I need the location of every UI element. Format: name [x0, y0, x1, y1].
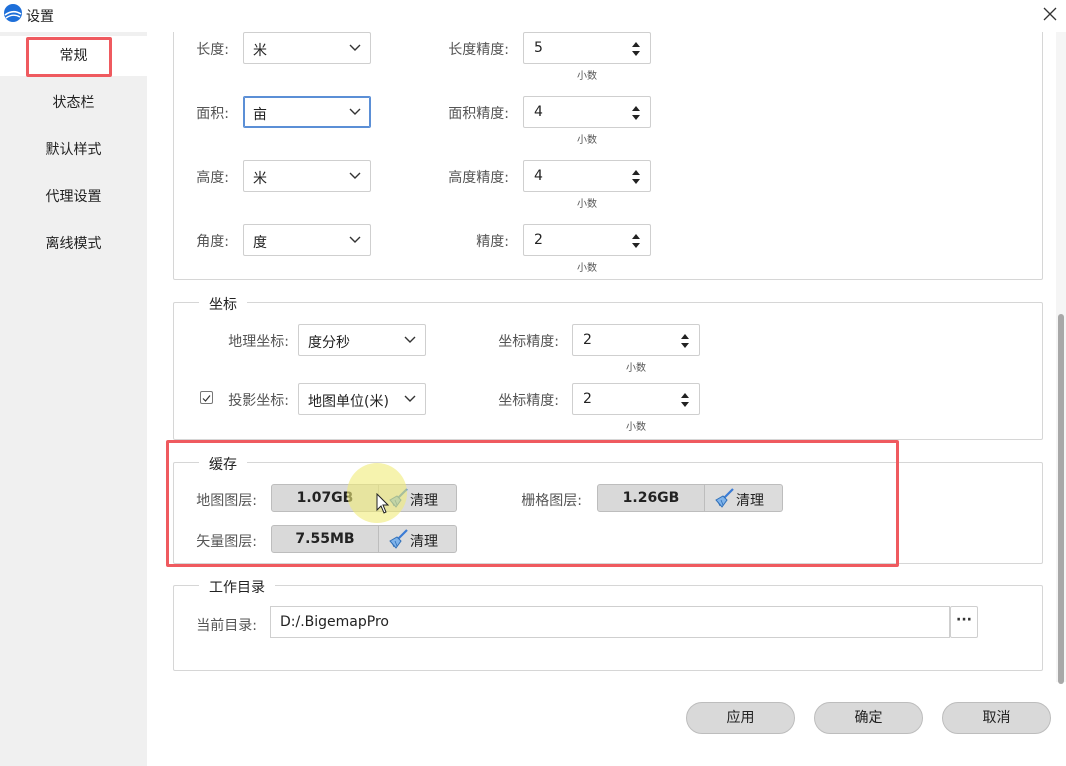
browse-dir-button[interactable]: ··· [950, 606, 978, 638]
settings-content: 长度: 米 长度精度: 5 小数 面积: 亩 面积精度: 4 小数 高度: 米 … [147, 32, 1056, 682]
angle-precision-spinner[interactable]: 2 [523, 224, 651, 256]
spinner-arrows-icon[interactable] [631, 41, 641, 57]
angle-precision-note: 小数 [577, 263, 597, 274]
workdir-group-title: 工作目录 [199, 577, 275, 597]
geo-coord-select[interactable]: 度分秒 [298, 324, 426, 356]
proj-precision-note: 小数 [626, 422, 646, 433]
length-unit-select[interactable]: 米 [243, 32, 371, 64]
chevron-down-icon [349, 236, 361, 243]
sidebar-item-proxy[interactable]: 代理设置 [0, 177, 147, 217]
sidebar-item-offline[interactable]: 离线模式 [0, 224, 147, 264]
height-precision-label: 高度精度: [448, 170, 509, 186]
area-unit-select[interactable]: 亩 [243, 96, 371, 128]
cancel-button[interactable]: 取消 [942, 702, 1051, 734]
raster-layer-clean-button[interactable]: 清理 [705, 484, 783, 512]
vector-layer-size: 7.55MB [271, 525, 379, 553]
ok-button[interactable]: 确定 [814, 702, 923, 734]
spinner-arrows-icon[interactable] [680, 333, 690, 349]
angle-precision-label: 精度: [476, 234, 509, 250]
cache-group-title: 缓存 [199, 454, 247, 474]
broom-icon [389, 529, 408, 549]
geo-precision-note: 小数 [626, 363, 646, 374]
length-label: 长度: [196, 42, 229, 58]
coords-group-title: 坐标 [199, 294, 247, 314]
geo-coord-label: 地理坐标: [228, 334, 289, 350]
title-bar: 设置 [0, 0, 1066, 32]
sidebar-item-statusbar[interactable]: 状态栏 [0, 83, 147, 123]
raster-layer-label: 栅格图层: [521, 493, 582, 509]
proj-precision-spinner[interactable]: 2 [572, 383, 700, 415]
chevron-down-icon [349, 44, 361, 51]
spinner-arrows-icon[interactable] [631, 105, 641, 121]
chevron-down-icon [404, 395, 416, 402]
height-precision-spinner[interactable]: 4 [523, 160, 651, 192]
geo-precision-label: 坐标精度: [498, 334, 559, 350]
sidebar: 常规 状态栏 默认样式 代理设置 离线模式 [0, 32, 147, 766]
angle-label: 角度: [196, 234, 229, 250]
current-dir-input[interactable]: D:/.BigemapPro [270, 606, 950, 638]
proj-precision-label: 坐标精度: [498, 393, 559, 409]
height-precision-note: 小数 [577, 199, 597, 210]
geo-precision-spinner[interactable]: 2 [572, 324, 700, 356]
area-label: 面积: [196, 106, 229, 122]
map-layer-clean-button[interactable]: 清理 [379, 484, 457, 512]
window-title: 设置 [26, 9, 54, 25]
sidebar-item-default-style[interactable]: 默认样式 [0, 130, 147, 170]
height-label: 高度: [196, 170, 229, 186]
chevron-down-icon [349, 108, 361, 115]
area-precision-label: 面积精度: [448, 106, 509, 122]
scrollbar-thumb[interactable] [1058, 314, 1064, 684]
apply-button[interactable]: 应用 [686, 702, 795, 734]
chevron-down-icon [349, 172, 361, 179]
map-layer-label: 地图图层: [196, 493, 257, 509]
spinner-arrows-icon[interactable] [631, 233, 641, 249]
proj-coord-label: 投影坐标: [228, 393, 289, 409]
area-precision-note: 小数 [577, 135, 597, 146]
coords-group [173, 302, 1043, 440]
area-precision-spinner[interactable]: 4 [523, 96, 651, 128]
spinner-arrows-icon[interactable] [680, 392, 690, 408]
proj-coord-select[interactable]: 地图单位(米) [298, 383, 426, 415]
app-logo-icon [4, 4, 22, 22]
broom-icon [715, 488, 734, 508]
spinner-arrows-icon[interactable] [631, 169, 641, 185]
close-icon[interactable] [1040, 4, 1060, 24]
broom-icon [389, 488, 408, 508]
vector-layer-clean-button[interactable]: 清理 [379, 525, 457, 553]
map-layer-size: 1.07GB [271, 484, 379, 512]
vector-layer-label: 矢量图层: [196, 534, 257, 550]
angle-unit-select[interactable]: 度 [243, 224, 371, 256]
length-precision-note: 小数 [577, 71, 597, 82]
height-unit-select[interactable]: 米 [243, 160, 371, 192]
raster-layer-size: 1.26GB [597, 484, 705, 512]
length-precision-spinner[interactable]: 5 [523, 32, 651, 64]
chevron-down-icon [404, 336, 416, 343]
vertical-scrollbar[interactable] [1056, 32, 1066, 684]
sidebar-item-general[interactable]: 常规 [0, 36, 147, 76]
length-precision-label: 长度精度: [448, 42, 509, 58]
current-dir-label: 当前目录: [196, 618, 257, 634]
